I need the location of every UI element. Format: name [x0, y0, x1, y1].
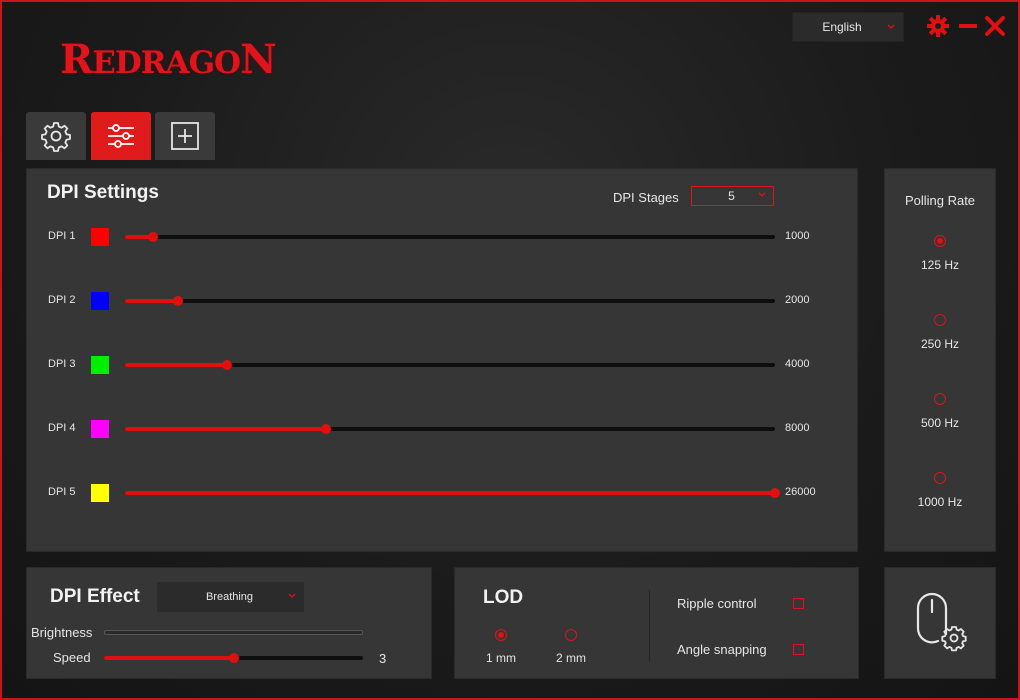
lod-option[interactable]: 1 mm — [471, 628, 531, 665]
lod-title: LOD — [483, 587, 524, 608]
close-icon[interactable] — [984, 15, 1006, 37]
dpi-label: DPI 2 — [48, 294, 76, 306]
dpi-value: 2000 — [785, 294, 810, 306]
lod-option[interactable]: 2 mm — [541, 628, 601, 665]
dpi-value: 1000 — [785, 230, 810, 242]
polling-rate-radio[interactable] — [934, 472, 946, 484]
dpi-color-swatch[interactable] — [91, 228, 109, 246]
lod-panel: LOD 1 mm 2 mm Ripple control Angle snapp… — [454, 567, 859, 679]
brightness-slider[interactable] — [104, 630, 363, 635]
minimize-icon[interactable] — [958, 14, 978, 38]
dpi-value: 4000 — [785, 358, 810, 370]
polling-rate-title: Polling Rate — [904, 193, 976, 208]
dpi-effect-title: DPI Effect — [50, 586, 140, 607]
dpi-slider-thumb[interactable] — [320, 424, 331, 434]
plus-square-icon — [171, 122, 199, 150]
dpi-slider[interactable] — [125, 424, 775, 434]
dpi-slider-fill — [125, 299, 179, 303]
dpi-label: DPI 4 — [48, 422, 76, 434]
lod-label: 1 mm — [486, 651, 516, 665]
chevron-down-icon — [887, 24, 895, 29]
dpi-label: DPI 5 — [48, 486, 76, 498]
dpi-stages-value: 5 — [728, 189, 735, 203]
dpi-row: DPI 4 8000 — [27, 417, 857, 441]
redragon-logo: REDRAGON — [60, 36, 277, 83]
dpi-value: 26000 — [785, 486, 816, 498]
polling-rate-panel: Polling Rate 125 Hz 250 Hz 500 Hz 1000 H… — [884, 168, 996, 552]
dpi-slider[interactable] — [125, 488, 780, 498]
dpi-slider-fill — [125, 363, 228, 367]
lod-radio[interactable] — [565, 629, 577, 641]
language-select-value: English — [822, 20, 862, 34]
chevron-down-icon — [758, 192, 766, 197]
language-select[interactable]: English — [792, 12, 904, 42]
speed-slider[interactable] — [104, 653, 363, 663]
title-bar: REDRAGON English — [2, 2, 1018, 162]
speed-slider-fill — [104, 656, 234, 660]
angle-snapping-checkbox[interactable] — [793, 644, 804, 655]
divider — [649, 590, 650, 662]
app-window: REDRAGON English DPI Settings DPI Stages… — [0, 0, 1020, 700]
polling-rate-radio[interactable] — [934, 393, 946, 405]
ripple-control-option[interactable]: Ripple control — [677, 596, 804, 611]
polling-rate-label: 1000 Hz — [917, 495, 963, 509]
polling-rate-option[interactable]: 125 Hz — [885, 234, 995, 272]
dpi-stages-select[interactable]: 5 — [691, 186, 774, 206]
lod-radio[interactable] — [495, 629, 507, 641]
dpi-slider[interactable] — [125, 232, 775, 242]
dpi-slider-thumb[interactable] — [770, 488, 780, 498]
dpi-settings-panel: DPI Settings DPI Stages 5 DPI 1 1000 DPI… — [26, 168, 858, 552]
dpi-stages-label: DPI Stages — [613, 190, 679, 205]
dpi-effect-mode: Breathing — [205, 591, 254, 603]
dpi-label: DPI 1 — [48, 230, 76, 242]
dpi-value: 8000 — [785, 422, 810, 434]
polling-rate-label: 125 Hz — [920, 258, 960, 272]
dpi-effect-panel: DPI Effect Breathing Brightness Speed 3 — [26, 567, 432, 679]
dpi-slider-fill — [125, 427, 326, 431]
dpi-slider[interactable] — [125, 360, 775, 370]
dpi-slider-fill — [125, 491, 775, 495]
gear-icon — [41, 122, 71, 152]
dpi-slider-thumb[interactable] — [222, 360, 233, 370]
mouse-settings-button[interactable] — [884, 567, 996, 679]
brightness-label: Brightness — [31, 625, 93, 640]
chevron-down-icon — [288, 593, 296, 598]
ripple-control-label: Ripple control — [677, 596, 757, 611]
tab-add[interactable] — [155, 112, 215, 160]
dpi-label: DPI 3 — [48, 358, 76, 370]
polling-rate-label: 250 Hz — [920, 337, 960, 351]
lod-label: 2 mm — [556, 651, 586, 665]
polling-rate-option[interactable]: 500 Hz — [885, 392, 995, 430]
dpi-effect-select[interactable]: Breathing — [157, 582, 304, 612]
speed-value: 3 — [379, 651, 387, 666]
gear-icon[interactable] — [926, 14, 950, 38]
dpi-row: DPI 3 4000 — [27, 353, 857, 377]
dpi-row: DPI 1 1000 — [27, 225, 857, 249]
dpi-slider-thumb[interactable] — [173, 296, 184, 306]
dpi-slider-thumb[interactable] — [147, 232, 158, 242]
polling-rate-option[interactable]: 250 Hz — [885, 313, 995, 351]
dpi-color-swatch[interactable] — [91, 356, 109, 374]
angle-snapping-label: Angle snapping — [677, 642, 767, 657]
dpi-color-swatch[interactable] — [91, 292, 109, 310]
dpi-color-swatch[interactable] — [91, 420, 109, 438]
polling-rate-radio[interactable] — [934, 314, 946, 326]
polling-rate-radio[interactable] — [934, 235, 946, 247]
tab-general[interactable] — [26, 112, 86, 160]
polling-rate-option[interactable]: 1000 Hz — [885, 471, 995, 509]
dpi-color-swatch[interactable] — [91, 484, 109, 502]
speed-label: Speed — [53, 650, 91, 665]
sliders-icon — [108, 124, 134, 148]
ripple-control-checkbox[interactable] — [793, 598, 804, 609]
dpi-settings-title: DPI Settings — [47, 182, 159, 203]
mouse-settings-icon — [916, 592, 967, 652]
angle-snapping-option[interactable]: Angle snapping — [677, 642, 804, 657]
dpi-row: DPI 2 2000 — [27, 289, 857, 313]
speed-slider-thumb[interactable] — [228, 653, 239, 663]
dpi-slider[interactable] — [125, 296, 775, 306]
tab-adjust[interactable] — [91, 112, 151, 160]
dpi-row: DPI 5 26000 — [27, 481, 857, 505]
polling-rate-label: 500 Hz — [920, 416, 960, 430]
